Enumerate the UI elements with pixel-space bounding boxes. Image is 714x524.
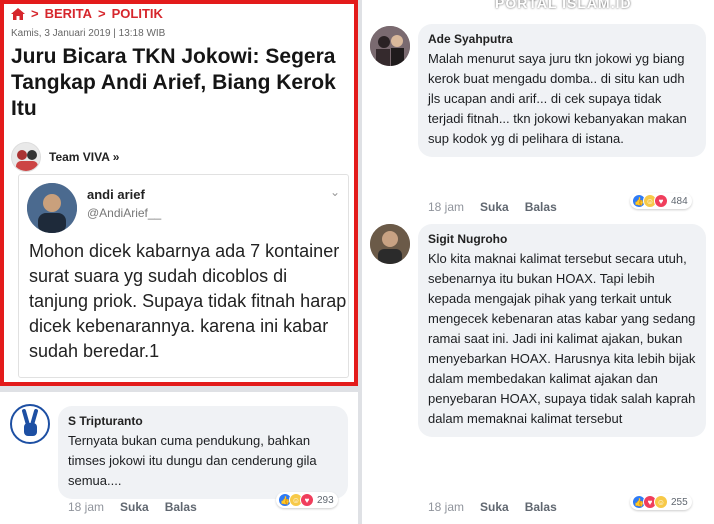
reaction-count: 255 — [671, 496, 688, 508]
embedded-tweet: andi arief @AndiArief__ ⌄ Mohon dicek ka… — [18, 174, 349, 378]
like-button[interactable]: Suka — [480, 500, 509, 514]
watermark: PORTAL ISLAM.ID — [495, 0, 632, 11]
breadcrumb-separator: > — [31, 6, 39, 21]
comment-text: Klo kita maknai kalimat tersebut secara … — [428, 251, 696, 426]
like-button[interactable]: Suka — [480, 200, 509, 214]
love-reaction-icon: ♥ — [300, 493, 314, 507]
reaction-count: 484 — [671, 195, 688, 207]
reply-button[interactable]: Balas — [525, 200, 557, 214]
comment-timestamp[interactable]: 18 jam — [428, 500, 464, 514]
tweet-author-name[interactable]: andi arief — [87, 187, 145, 202]
breadcrumb-subsection-link[interactable]: POLITIK — [112, 6, 163, 21]
reaction-summary[interactable]: 👍 ☺ ♥ 293 — [276, 492, 338, 508]
haha-reaction-icon: ☺ — [654, 495, 668, 509]
comment-text: Malah menurut saya juru tkn jokowi yg bi… — [428, 51, 687, 146]
article-headline: Juru Bicara TKN Jokowi: Segera Tangkap A… — [11, 45, 336, 120]
commenter-name[interactable]: S Tripturanto — [68, 414, 338, 428]
breadcrumb-section-link[interactable]: BERITA — [45, 6, 92, 21]
chevron-down-icon[interactable]: ⌄ — [330, 185, 340, 199]
reaction-summary[interactable]: 👍 ♥ ☺ 255 — [630, 494, 692, 510]
comment-timestamp[interactable]: 18 jam — [68, 500, 104, 514]
comment-actions: 18 jam Suka Balas — [428, 500, 557, 514]
comment-bubble: Ade Syahputra Malah menurut saya juru tk… — [418, 24, 706, 157]
article-card: > BERITA > POLITIK Kamis, 3 Januari 2019… — [0, 0, 358, 386]
like-button[interactable]: Suka — [120, 500, 149, 514]
author-avatar — [11, 142, 41, 172]
reaction-count: 293 — [317, 494, 334, 506]
commenter-name[interactable]: Sigit Nugroho — [428, 232, 696, 246]
love-reaction-icon: ♥ — [654, 194, 668, 208]
reaction-summary[interactable]: 👍 ☺ ♥ 484 — [630, 193, 692, 209]
tweet-author-handle[interactable]: @AndiArief__ — [87, 206, 161, 220]
author-name[interactable]: Team VIVA » — [49, 150, 119, 164]
reply-button[interactable]: Balas — [165, 500, 197, 514]
commenter-avatar[interactable] — [370, 224, 410, 264]
article-author[interactable]: Team VIVA » — [11, 142, 119, 172]
commenter-name[interactable]: Ade Syahputra — [428, 32, 696, 46]
breadcrumb-separator: > — [98, 6, 106, 21]
comment-bubble: Sigit Nugroho Klo kita maknai kalimat te… — [418, 224, 706, 437]
commenter-avatar[interactable] — [370, 26, 410, 66]
comments-panel: Ade Syahputra Malah menurut saya juru tk… — [362, 0, 714, 524]
comment-timestamp[interactable]: 18 jam — [428, 200, 464, 214]
comment-bubble: S Tripturanto Ternyata bukan cuma penduk… — [58, 406, 348, 499]
peace-hand-icon — [22, 409, 38, 436]
tweet-text: Mohon dicek kabarnya ada 7 kontainer sur… — [29, 241, 347, 361]
commenter-avatar[interactable] — [10, 404, 50, 444]
breadcrumb: > BERITA > POLITIK — [11, 6, 163, 21]
comment: S Tripturanto Ternyata bukan cuma penduk… — [0, 392, 358, 524]
article-dateline: Kamis, 3 Januari 2019 | 13:18 WIB — [11, 28, 166, 39]
comment-actions: 18 jam Suka Balas — [68, 500, 197, 514]
reply-button[interactable]: Balas — [525, 500, 557, 514]
tweet-avatar — [27, 183, 77, 233]
comment-text: Ternyata bukan cuma pendukung, bahkan ti… — [68, 433, 317, 488]
home-icon[interactable] — [11, 7, 25, 20]
comment-actions: 18 jam Suka Balas — [428, 200, 557, 214]
